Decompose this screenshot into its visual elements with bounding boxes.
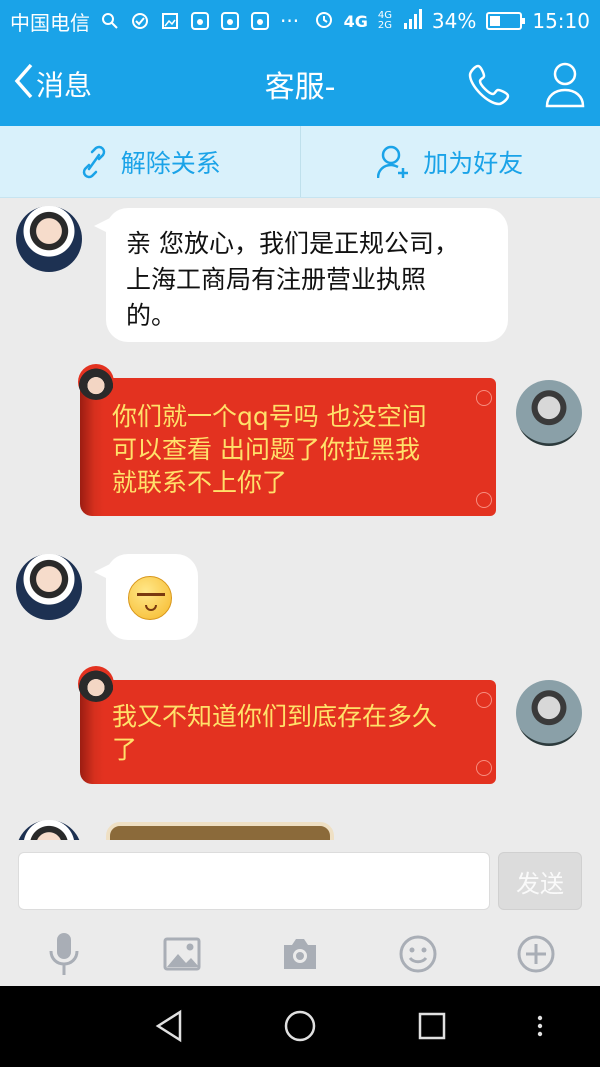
- add-friend-button[interactable]: 加为好友: [299, 126, 600, 197]
- camera-icon: [284, 939, 316, 969]
- service-avatar[interactable]: [16, 554, 82, 620]
- message-bubble[interactable]: 你们就一个qq号吗 也没空间 可以查看 出问题了你拉黑我 就联系不上你了: [78, 364, 496, 516]
- nav-back-button[interactable]: [150, 1006, 190, 1046]
- message-line: 了: [112, 735, 138, 764]
- my-avatar[interactable]: [516, 380, 582, 446]
- service-avatar[interactable]: [16, 206, 82, 272]
- battery-fill: [490, 16, 501, 26]
- input-toolbar: [0, 922, 600, 986]
- message-bubble[interactable]: 亲 您放心，我们是正规公司， 上海工商局有注册营业执照 的。: [94, 208, 508, 342]
- image-message[interactable]: [106, 822, 334, 840]
- camera-button[interactable]: [278, 930, 322, 978]
- emoji-mouth: [145, 605, 157, 611]
- baidu-notification-icon-3: [250, 11, 270, 31]
- search-notification-icon: [100, 11, 120, 31]
- baidu-notification-icon: [190, 11, 210, 31]
- more-button[interactable]: [514, 930, 558, 978]
- profile-button[interactable]: [544, 60, 586, 108]
- bubble-sticker: [78, 364, 114, 400]
- emoji-bubble[interactable]: [94, 554, 198, 640]
- message-line: 的。: [126, 301, 177, 330]
- carrier-label: 中国电信: [10, 10, 90, 35]
- clock: 15:10: [532, 9, 590, 33]
- user-icon: [545, 62, 585, 108]
- battery-icon: [486, 12, 526, 30]
- service-avatar[interactable]: [16, 820, 82, 840]
- my-avatar[interactable]: [516, 680, 582, 746]
- phone-icon: [468, 64, 510, 106]
- message-line: 亲 您放心，我们是正规公司，: [126, 229, 459, 258]
- nav-recents-button[interactable]: [412, 1006, 452, 1046]
- unbind-button[interactable]: 解除关系: [0, 126, 300, 197]
- emoticon-icon: [399, 935, 437, 973]
- nav-home-button[interactable]: [280, 1006, 320, 1046]
- gallery-notification-icon: [160, 11, 180, 31]
- message-line: 可以查看 出问题了你拉黑我: [112, 435, 420, 464]
- message-line: 你们就一个qq号吗 也没空间: [112, 402, 427, 431]
- message-notification-icon: [130, 11, 150, 31]
- circle-home-icon: [284, 1010, 316, 1042]
- alarm-icon: [314, 9, 334, 34]
- send-button[interactable]: 发送: [498, 852, 582, 910]
- message-input[interactable]: [18, 852, 490, 910]
- photo-button[interactable]: [160, 930, 204, 978]
- chat-history[interactable]: 亲 您放心，我们是正规公司， 上海工商局有注册营业执照 的。 你们就一个qq号吗…: [0, 198, 600, 840]
- battery-percent: 34%: [431, 9, 477, 33]
- baidu-notification-icon-2: [220, 11, 240, 31]
- network-type: 4G: [343, 11, 368, 31]
- square-recents-icon: [418, 1012, 446, 1040]
- status-bar: 中国电信 ··· 4G 4G 2G 34% 15:10: [0, 0, 600, 42]
- triangle-back-icon: [155, 1009, 182, 1043]
- bubble-sticker: [78, 666, 114, 702]
- image-icon: [163, 937, 201, 971]
- message-line: 我又不知道你们到底存在多久: [112, 702, 438, 731]
- message-bubble[interactable]: 我又不知道你们到底存在多久 了: [78, 666, 496, 784]
- unbind-label: 解除关系: [120, 148, 221, 178]
- title-bar: 客服- 消息: [0, 42, 600, 126]
- emoji-eyes: [137, 593, 165, 599]
- add-friend-label: 加为好友: [423, 148, 524, 178]
- message-line: 就联系不上你了: [112, 468, 288, 497]
- network-type-small: 4G 2G: [377, 10, 393, 31]
- chevron-left-icon: [14, 63, 34, 106]
- more-notifications-icon: ···: [280, 9, 300, 33]
- back-label: 消息: [36, 69, 93, 102]
- nav-menu-button[interactable]: [530, 1006, 550, 1046]
- phone-call-button[interactable]: [468, 62, 512, 106]
- voice-button[interactable]: [42, 930, 86, 978]
- add-user-icon: [377, 145, 409, 178]
- signal-icon: [403, 8, 422, 34]
- annoyed-face-icon: [128, 576, 172, 620]
- composer: 发送: [0, 840, 600, 922]
- message-line: 上海工商局有注册营业执照: [126, 265, 427, 294]
- overflow-menu-icon: [537, 1015, 543, 1037]
- system-navigation-bar: [0, 986, 600, 1067]
- emoticon-button[interactable]: [396, 930, 440, 978]
- plus-icon: [517, 935, 555, 973]
- unlink-icon: [82, 145, 105, 178]
- back-button[interactable]: 消息: [14, 42, 92, 126]
- microphone-icon: [49, 933, 79, 975]
- action-bar: 解除关系 加为好友: [0, 126, 600, 198]
